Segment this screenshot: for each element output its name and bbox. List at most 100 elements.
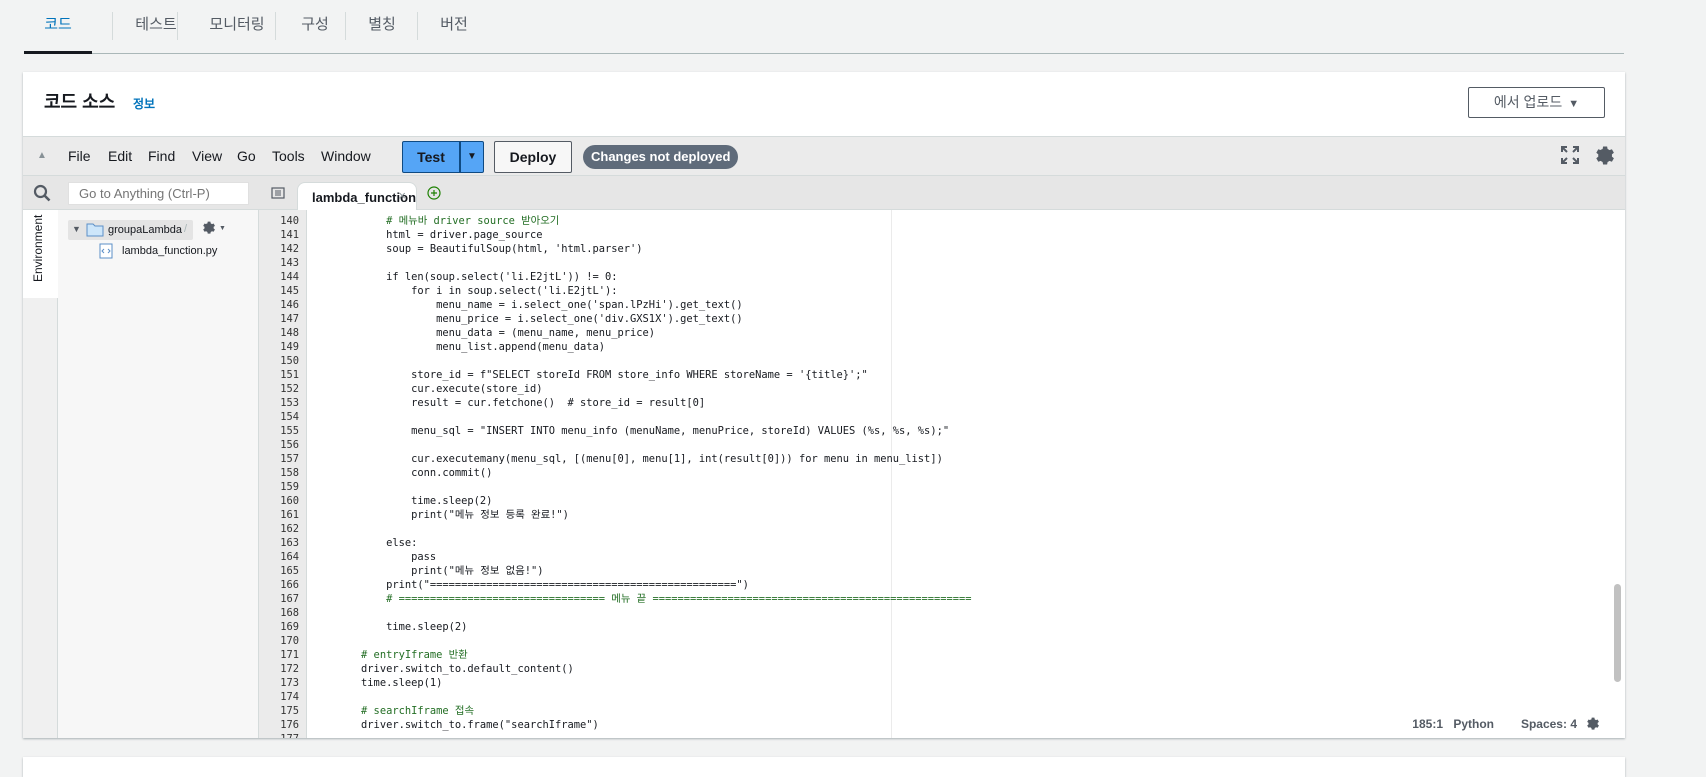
menu-edit[interactable]: Edit bbox=[108, 148, 132, 164]
tab-test[interactable]: 테스트 bbox=[114, 0, 198, 54]
line-number: 140 bbox=[280, 215, 299, 227]
code-editor[interactable]: 140 141 142 143 144 145 146 147 148 149 150 151 152 1… bbox=[259, 210, 1625, 738]
line-number: 157 bbox=[280, 453, 299, 465]
line-number: 158 bbox=[280, 467, 299, 479]
tab-divider bbox=[177, 12, 178, 40]
menu-file[interactable]: File bbox=[68, 148, 91, 164]
info-link[interactable]: 정보 bbox=[133, 95, 155, 112]
function-tabs: 코드 테스트 모니터링 구성 별칭 버전 bbox=[24, 0, 1624, 54]
line-number: 146 bbox=[280, 299, 299, 311]
line-number: 167 bbox=[280, 593, 299, 605]
environment-tab-label: Environment bbox=[31, 214, 45, 282]
tab-divider bbox=[345, 12, 346, 40]
code-line: store_id = f"SELECT storeId FROM store_i… bbox=[311, 369, 868, 381]
new-tab-icon[interactable] bbox=[427, 186, 441, 205]
code-line: html = driver.page_source bbox=[311, 229, 543, 241]
tab-code[interactable]: 코드 bbox=[24, 0, 92, 54]
folder-icon bbox=[86, 222, 104, 242]
line-number: 176 bbox=[280, 719, 299, 731]
line-number: 155 bbox=[280, 425, 299, 437]
line-number: 144 bbox=[280, 271, 299, 283]
menu-tools[interactable]: Tools bbox=[272, 148, 305, 164]
cursor-position[interactable]: 185:1 bbox=[1412, 717, 1443, 731]
tab-monitoring[interactable]: 모니터링 bbox=[189, 0, 285, 54]
code-line: time.sleep(2) bbox=[311, 495, 493, 507]
line-number: 151 bbox=[280, 369, 299, 381]
code-line: print("=================================… bbox=[311, 579, 749, 591]
deploy-button[interactable]: Deploy bbox=[494, 141, 572, 173]
root-folder-path: / bbox=[184, 223, 188, 235]
test-dropdown-icon[interactable]: ▼ bbox=[460, 141, 484, 173]
tab-list-icon[interactable] bbox=[271, 186, 285, 204]
tab-divider bbox=[112, 12, 113, 40]
goto-anything-input[interactable] bbox=[68, 182, 249, 205]
code-line: cur.execute(store_id) bbox=[311, 383, 543, 395]
code-line: # 메뉴바 driver source 받아오기 bbox=[311, 215, 560, 227]
line-number: 168 bbox=[280, 607, 299, 619]
line-number-gutter: 140 141 142 143 144 145 146 147 148 149 150 151 152 1… bbox=[259, 210, 307, 738]
code-line: cur.executemany(menu_sql, [(menu[0], men… bbox=[311, 453, 943, 465]
line-number: 159 bbox=[280, 481, 299, 493]
line-number: 175 bbox=[280, 705, 299, 717]
code-line: # ================================= 메뉴 끝… bbox=[311, 593, 972, 605]
tab-divider bbox=[275, 12, 276, 40]
line-number: 171 bbox=[280, 649, 299, 661]
line-number: 154 bbox=[280, 411, 299, 423]
close-tab-icon[interactable]: × bbox=[398, 188, 406, 203]
menu-go[interactable]: Go bbox=[237, 148, 256, 164]
code-line: else: bbox=[311, 537, 418, 549]
line-number: 169 bbox=[280, 621, 299, 633]
editor-settings-gear-icon[interactable] bbox=[1585, 716, 1601, 737]
collapse-toolbar-icon[interactable]: ▲ bbox=[37, 150, 47, 161]
editor-tab-lambda-function[interactable]: lambda_function × bbox=[297, 182, 417, 210]
tree-settings-gear-icon[interactable] bbox=[201, 220, 217, 241]
search-icon bbox=[33, 184, 51, 207]
code-line: conn.commit() bbox=[311, 467, 493, 479]
preferences-gear-icon[interactable] bbox=[1593, 144, 1617, 173]
deploy-status-badge: Changes not deployed bbox=[583, 145, 739, 169]
test-button[interactable]: Test bbox=[402, 141, 460, 173]
line-number: 145 bbox=[280, 285, 299, 297]
line-number: 152 bbox=[280, 383, 299, 395]
tab-divider bbox=[417, 12, 418, 40]
expand-arrow-icon[interactable]: ▼ bbox=[72, 224, 81, 234]
editor-scrollbar[interactable] bbox=[1614, 584, 1621, 682]
tree-root-folder[interactable]: ▼ groupaLambda / bbox=[68, 220, 193, 240]
menu-window[interactable]: Window bbox=[321, 148, 371, 164]
line-number: 165 bbox=[280, 565, 299, 577]
indentation-setting[interactable]: Spaces: 4 bbox=[1521, 717, 1577, 731]
tab-versions[interactable]: 버전 bbox=[419, 0, 489, 54]
line-number: 142 bbox=[280, 243, 299, 255]
line-number: 177 bbox=[259, 732, 299, 738]
language-mode[interactable]: Python bbox=[1453, 717, 1494, 731]
next-panel-edge bbox=[23, 757, 1625, 777]
fullscreen-icon[interactable] bbox=[1561, 146, 1579, 169]
code-line: pass bbox=[311, 551, 437, 563]
menu-find[interactable]: Find bbox=[148, 148, 175, 164]
root-folder-label: groupaLambda bbox=[108, 224, 183, 236]
code-source-panel: 코드 소스 정보 에서 업로드 ▼ ▲ File Edit Find View G… bbox=[23, 72, 1625, 738]
line-number: 153 bbox=[280, 397, 299, 409]
line-number: 149 bbox=[280, 341, 299, 353]
code-area[interactable]: # 메뉴바 driver source 받아오기 html = driver.p… bbox=[307, 210, 1607, 738]
tab-configuration[interactable]: 구성 bbox=[286, 0, 344, 54]
code-line: # searchIframe 접속 bbox=[311, 705, 474, 717]
code-line: menu_list.append(menu_data) bbox=[311, 341, 606, 353]
tree-settings-caret-icon[interactable]: ▼ bbox=[219, 225, 226, 232]
tab-aliases[interactable]: 별칭 bbox=[347, 0, 417, 54]
editor-tab-bar: lambda_function × bbox=[259, 176, 1625, 210]
menu-view[interactable]: View bbox=[192, 148, 222, 164]
upload-from-button[interactable]: 에서 업로드 ▼ bbox=[1468, 87, 1605, 118]
line-number: 143 bbox=[280, 257, 299, 269]
upload-button-label: 에서 업로드 bbox=[1493, 94, 1563, 110]
line-number: 160 bbox=[280, 495, 299, 507]
code-line: menu_price = i.select_one('div.GXS1X').g… bbox=[311, 313, 743, 325]
goto-anything-bar bbox=[23, 176, 259, 210]
